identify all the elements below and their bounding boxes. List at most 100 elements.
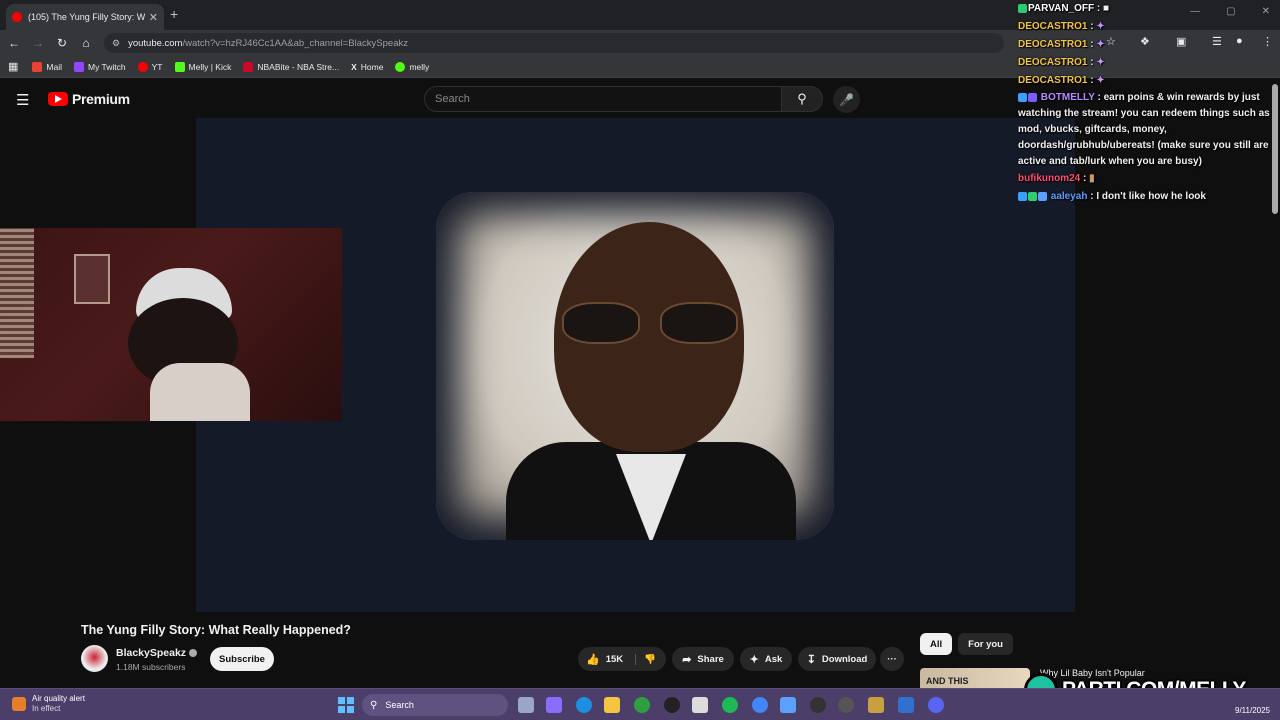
chat-username: aaleyah (1050, 191, 1088, 202)
windows-taskbar: Air quality alert In effect ⚲ Search 9/11… (0, 688, 1280, 720)
air-quality-icon (12, 697, 26, 711)
chat-badge-icon (1018, 3, 1027, 13)
x-logo-icon: X (351, 61, 357, 72)
search-icon: ⚲ (370, 699, 378, 711)
page-scrollbar[interactable] (1272, 84, 1278, 214)
download-button[interactable]: ↧ Download (798, 647, 876, 671)
channel-name[interactable]: BlackySpeakz (116, 647, 198, 659)
chat-username: DEOCASTRO1 (1018, 57, 1088, 68)
media-player-icon[interactable] (810, 697, 826, 713)
gmail-icon (32, 61, 43, 72)
voice-search-button[interactable]: 🎤 (833, 86, 860, 113)
more-horizontal-icon: ··· (887, 653, 897, 665)
home-icon[interactable]: ⌂ (78, 36, 94, 50)
bookmark-twitch[interactable]: My Twitch (74, 61, 126, 72)
kick-icon (174, 61, 185, 72)
chat-username: DEOCASTRO1 (1018, 39, 1088, 50)
bookmark-mail[interactable]: Mail (32, 61, 62, 72)
chrome-icon[interactable] (752, 697, 768, 713)
search-button[interactable]: ⚲ (781, 86, 823, 112)
chat-message: PARVAN_OFF : ■ (1014, 0, 1280, 18)
emote-icon: ✦ (1096, 75, 1105, 86)
thumbs-up-icon[interactable]: 👍 (586, 653, 600, 666)
streamer-webcam-overlay (0, 228, 342, 421)
chat-badge-icon (1018, 92, 1027, 102)
chat-message: BOTMELLY : earn poins & win rewards by j… (1018, 92, 1270, 167)
microphone-icon: 🎤 (839, 92, 854, 107)
share-arrow-icon: ➦ (682, 653, 692, 666)
app-icon[interactable] (898, 697, 914, 713)
store-icon[interactable] (692, 697, 708, 713)
taskbar-search[interactable]: ⚲ Search (362, 694, 508, 716)
chip-all[interactable]: All (920, 633, 953, 655)
chip-for-you[interactable]: For you (958, 633, 1013, 655)
url-host: youtube.com (128, 37, 183, 49)
task-view-icon[interactable] (518, 697, 534, 713)
video-title: The Yung Filly Story: What Really Happen… (81, 623, 351, 637)
recommendation-chips: All For you (920, 633, 1013, 655)
bookmark-yt[interactable]: YT (137, 61, 163, 72)
chat-username: DEOCASTRO1 (1018, 21, 1088, 32)
recommended-video-thumbnail[interactable]: AND THIS (920, 668, 1030, 688)
discord-icon[interactable] (928, 697, 944, 713)
search-input[interactable] (425, 87, 781, 111)
back-arrow-icon[interactable]: ← (6, 36, 22, 50)
site-info-icon[interactable]: ⚙ (112, 38, 120, 49)
emote-icon: ✦ (1096, 21, 1105, 32)
app-icon[interactable] (838, 697, 854, 713)
thumbs-down-icon[interactable]: 👎 (635, 653, 656, 665)
address-bar[interactable]: ⚙ youtube.com/watch?v=hzRJ46Cc1AA&ab_cha… (104, 33, 1004, 53)
sunglasses (562, 302, 738, 344)
url-path: /watch?v=hzRJ46Cc1AA&ab_channel=BlackySp… (182, 37, 408, 49)
chat-username: BOTMELLY (1040, 92, 1095, 103)
like-count[interactable]: 15K (606, 654, 623, 665)
browser-tab[interactable]: (105) The Yung Filly Story: W ✕ (6, 4, 164, 30)
search-icon: ⚲ (797, 91, 807, 106)
bookmark-melly[interactable]: melly (395, 61, 429, 72)
youtube-play-icon (48, 92, 68, 106)
like-dislike-group: 👍 15K 👎 (578, 647, 666, 671)
youtube-favicon-icon (12, 12, 22, 22)
chat-message: DEOCASTRO1 : ✦ (1018, 57, 1105, 68)
bookmark-x-home[interactable]: X Home (351, 62, 383, 72)
system-tray-clock[interactable]: 9/11/2025 (1235, 693, 1270, 717)
start-button[interactable] (338, 697, 354, 713)
hamburger-menu-icon[interactable]: ☰ (16, 91, 29, 109)
forward-arrow-icon[interactable]: → (30, 36, 46, 50)
more-actions-button[interactable]: ··· (880, 647, 904, 671)
channel-avatar[interactable] (81, 645, 108, 672)
apps-grid-icon[interactable]: ▦ (8, 60, 18, 73)
video-portrait-frame (436, 192, 834, 540)
reload-icon[interactable]: ↻ (54, 36, 70, 50)
ask-button[interactable]: ✦ Ask (740, 647, 792, 671)
chat-username: DEOCASTRO1 (1018, 75, 1088, 86)
chat-username: bufikunom24 (1018, 173, 1081, 184)
search-box (424, 86, 782, 112)
subscriber-count: 1.18M subscribers (116, 662, 186, 672)
steam-icon[interactable] (664, 697, 680, 713)
weather-alert-widget[interactable]: Air quality alert In effect (12, 694, 85, 714)
xbox-icon[interactable] (634, 697, 650, 713)
share-button[interactable]: ➦ Share (672, 647, 734, 671)
bookmark-nbabite[interactable]: NBABite - NBA Stre... (243, 61, 339, 72)
spotify-icon[interactable] (722, 697, 738, 713)
window-blinds (0, 228, 34, 358)
chat-username: PARVAN_OFF (1028, 3, 1095, 14)
youtube-premium-logo[interactable]: Premium (48, 91, 130, 107)
right-lens (660, 302, 738, 344)
twitch-icon (74, 61, 84, 72)
subscribe-button[interactable]: Subscribe (210, 647, 274, 671)
new-tab-button[interactable]: + (170, 6, 178, 22)
bookmark-kick[interactable]: Melly | Kick (174, 61, 231, 72)
chat-badge-icon (1028, 191, 1037, 201)
chat-text: earn poins & win rewards by just watchin… (1018, 92, 1270, 167)
windows-logo-icon (338, 697, 345, 704)
app-icon[interactable] (868, 697, 884, 713)
edge-icon[interactable] (576, 697, 592, 713)
chat-message: DEOCASTRO1 : ✦ (1018, 39, 1105, 50)
photos-icon[interactable] (780, 697, 796, 713)
alert-title: Air quality alert (32, 694, 85, 703)
file-explorer-icon[interactable] (604, 697, 620, 713)
copilot-icon[interactable] (546, 697, 562, 713)
tab-close-icon[interactable]: ✕ (149, 11, 158, 24)
